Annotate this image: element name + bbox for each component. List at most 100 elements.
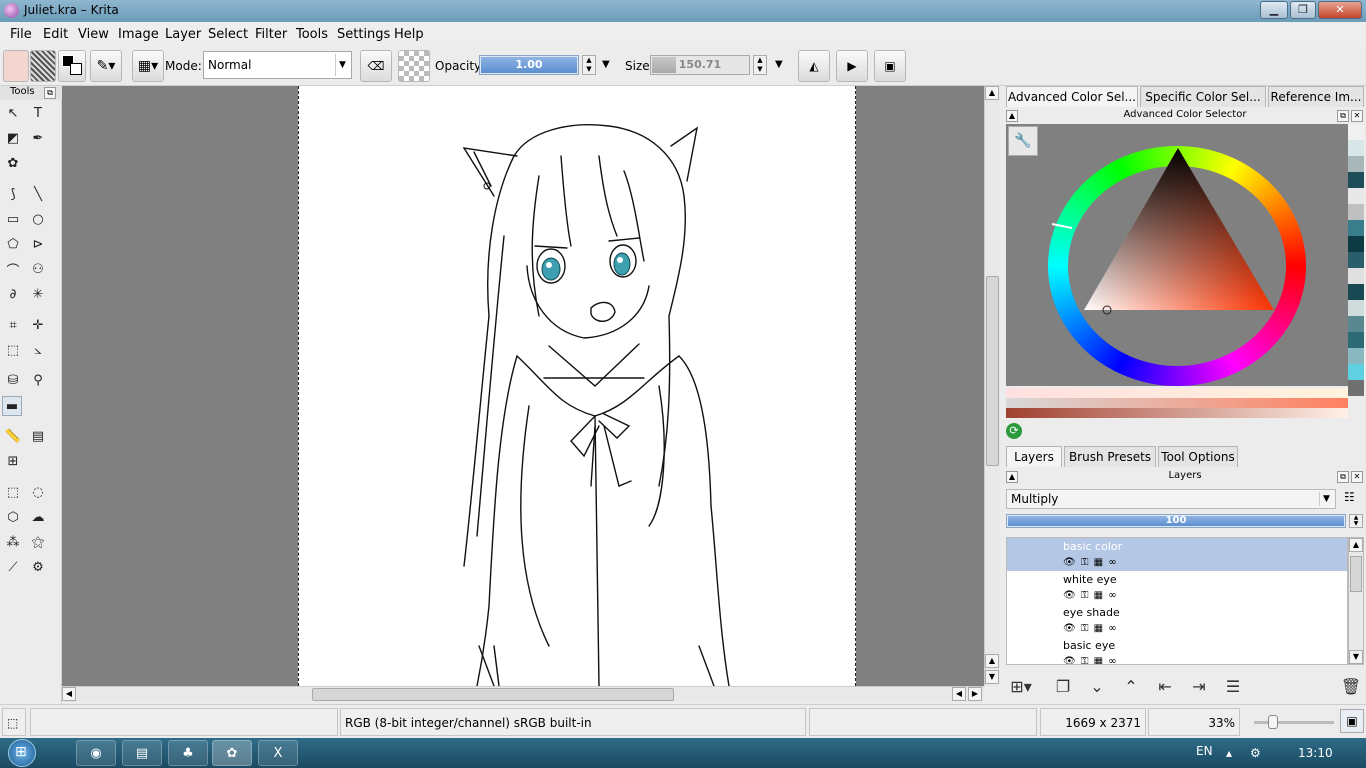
menu-filter[interactable]: Filter (255, 27, 287, 42)
layer-opacity-slider[interactable]: 100 (1006, 514, 1346, 528)
selection-mode-icon[interactable]: ⬚ (2, 708, 26, 736)
dynamic-brush-tool-icon[interactable]: ⚇ (28, 259, 48, 279)
indent-right-button[interactable]: ⇥ (1188, 676, 1210, 698)
crop-tool-icon[interactable]: ⌗ (3, 315, 23, 335)
polygon-select-tool-icon[interactable]: ⬡ (3, 507, 23, 527)
gradient-tool-icon[interactable]: ▬ (2, 396, 22, 416)
layer-item[interactable]: eye shade 👁 ⚿ ▦ ∞ (1007, 604, 1347, 637)
layer-list[interactable]: basic color 👁 ⚿ ▦ ∞ white eye 👁 ⚿ ▦ ∞ ey… (1006, 537, 1348, 665)
grid-tool-icon[interactable]: ⊞ (3, 451, 23, 471)
size-dropdown-arrow[interactable]: ▼ (775, 59, 783, 70)
layer-item[interactable]: white eye 👁 ⚿ ▦ ∞ (1007, 571, 1347, 604)
opacity-slider[interactable]: 1.00 (479, 55, 579, 75)
select-shapes-tool-icon[interactable]: ↖ (3, 103, 23, 123)
scroll-right-arrow[interactable]: ▶ (968, 687, 982, 701)
canvas-viewport[interactable] (62, 86, 984, 686)
float-docker-button[interactable]: ⧉ (44, 87, 56, 99)
tab-tool-options[interactable]: Tool Options (1158, 446, 1238, 467)
menu-edit[interactable]: Edit (43, 27, 68, 42)
explorer-taskbar-icon[interactable]: ▤ (122, 740, 162, 766)
canvas-only-button[interactable]: ▣ (1340, 709, 1364, 733)
edit-shapes-tool-icon[interactable]: ◩ (3, 128, 23, 148)
tab-specific-color-selector[interactable]: Specific Color Sel... (1140, 86, 1266, 107)
workspace-button[interactable]: ▣ (874, 50, 906, 82)
excel-taskbar-icon[interactable]: X (258, 740, 298, 766)
layer-opacity-spinner[interactable]: ▲ ▼ (1349, 514, 1363, 528)
scroll-up-arrow[interactable]: ▲ (985, 86, 999, 100)
menu-layer[interactable]: Layer (165, 27, 201, 42)
size-slider[interactable]: 150.71 (650, 55, 750, 75)
gradient-chooser-button[interactable] (3, 50, 29, 82)
collapse-arrow[interactable]: ▲ (1006, 110, 1018, 122)
ruler-tool-icon[interactable]: 📏 (3, 426, 23, 446)
float-layers-docker[interactable]: ⧉ (1337, 471, 1349, 483)
clock[interactable]: 13:10 (1298, 746, 1333, 760)
scroll-up-arrow[interactable]: ▲ (1349, 538, 1363, 552)
transform-tool-icon[interactable]: ⬚ (3, 340, 23, 360)
erase-mode-button[interactable]: ⌫ (360, 50, 392, 82)
krita-taskbar-icon[interactable]: ✿ (212, 740, 252, 766)
color-bar-2[interactable] (1006, 398, 1348, 408)
scroll-down-arrow-2[interactable]: ▼ (985, 670, 999, 684)
tab-advanced-color-selector[interactable]: Advanced Color Sel... (1006, 86, 1138, 107)
contiguous-select-tool-icon[interactable]: ⁂ (3, 532, 23, 552)
background-color[interactable] (70, 63, 82, 75)
tray-expand-icon[interactable]: ▴ (1226, 746, 1232, 760)
add-layer-button[interactable]: ⊞▾ (1010, 676, 1032, 698)
magnetic-select-tool-icon[interactable]: ⚙ (28, 557, 48, 577)
pattern-chooser-button[interactable] (30, 50, 56, 82)
measure-tool-icon[interactable]: ⦣ (28, 340, 48, 360)
layer-settings-button[interactable]: ☰ (1222, 676, 1244, 698)
multibrush-tool-icon[interactable]: ∂ (3, 284, 23, 304)
fill-tool-icon[interactable]: ⛁ (3, 370, 23, 390)
close-button[interactable]: ✕ (1318, 1, 1362, 19)
move-layer-down-button[interactable]: ⌄ (1086, 676, 1108, 698)
maximize-button[interactable]: ❐ (1290, 1, 1316, 19)
polyline-tool-icon[interactable]: ⊳ (28, 234, 48, 254)
scroll-down-arrow[interactable]: ▼ (1349, 650, 1363, 664)
bezier-tool-icon[interactable]: ⟆ (3, 184, 23, 204)
menu-tools[interactable]: Tools (296, 27, 328, 42)
layer-item[interactable]: basic eye 👁 ⚿ ▦ ∞ (1007, 637, 1347, 664)
mirror-vertical-button[interactable]: ▶ (836, 50, 868, 82)
layer-visibility-icons[interactable]: 👁 ⚿ ▦ ∞ (1063, 557, 1118, 568)
delete-layer-button[interactable]: 🗑 (1340, 676, 1362, 698)
scroll-left-arrow-2[interactable]: ◀ (952, 687, 966, 701)
menu-settings[interactable]: Settings (337, 27, 390, 42)
rectangle-tool-icon[interactable]: ▭ (3, 209, 23, 229)
opacity-spinner[interactable]: ▲ ▼ (582, 55, 596, 75)
color-bar-1[interactable] (1006, 388, 1348, 398)
magic-wand-tool-icon[interactable]: ⚝ (28, 532, 48, 552)
star-tool-icon[interactable]: ✳ (28, 284, 48, 304)
layer-scroll-thumb[interactable] (1350, 556, 1362, 592)
horizontal-scroll-thumb[interactable] (312, 688, 674, 701)
tab-layers[interactable]: Layers (1006, 446, 1062, 467)
saturation-value-triangle[interactable] (1006, 124, 1348, 386)
minimize-button[interactable]: ▁ (1260, 1, 1288, 19)
brush-settings-button[interactable]: ▦▾ (132, 50, 164, 82)
color-bar-3[interactable] (1006, 408, 1348, 418)
rect-select-tool-icon[interactable]: ⬚ (3, 482, 23, 502)
line-tool-icon[interactable]: ╲ (28, 184, 48, 204)
menu-view[interactable]: View (78, 27, 109, 42)
refresh-icon[interactable]: ⟳ (1006, 423, 1022, 439)
drawing-canvas[interactable] (298, 86, 856, 686)
text-tool-icon[interactable]: T (28, 103, 48, 123)
tab-reference-images[interactable]: Reference Im... (1268, 86, 1364, 107)
move-layer-up-button[interactable]: ⌃ (1120, 676, 1142, 698)
paint-tool-icon[interactable]: ✿ (3, 153, 23, 173)
indent-left-button[interactable]: ⇤ (1154, 676, 1176, 698)
color-picker-tool-icon[interactable]: ⚲ (28, 370, 48, 390)
size-spinner[interactable]: ▲ ▼ (753, 55, 767, 75)
menu-file[interactable]: File (10, 27, 32, 42)
scroll-down-arrow-1[interactable]: ▲ (985, 654, 999, 668)
network-icon[interactable]: ⚙ (1250, 746, 1261, 760)
layers-collapse-arrow[interactable]: ▲ (1006, 471, 1018, 483)
menu-image[interactable]: Image (118, 27, 159, 42)
menu-select[interactable]: Select (208, 27, 248, 42)
layer-blend-mode-select[interactable]: Multiply ▼ (1006, 489, 1336, 509)
perspective-grid-tool-icon[interactable]: ▤ (28, 426, 48, 446)
color-selector-area[interactable]: 🔧 (1006, 124, 1348, 386)
blend-mode-select[interactable]: Normal ▼ (203, 51, 352, 79)
fg-bg-color-swatch[interactable] (58, 50, 86, 82)
